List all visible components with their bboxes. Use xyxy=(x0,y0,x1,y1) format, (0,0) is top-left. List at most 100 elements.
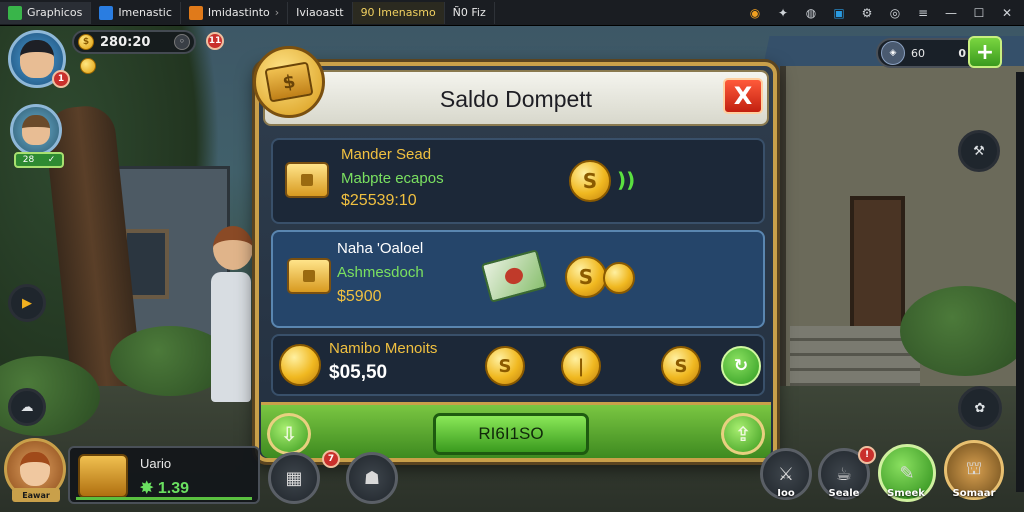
minimize-icon[interactable]: — xyxy=(944,6,958,20)
wallet-dialog: $ Saldo Dompett X Mander Sead Mabpte eca… xyxy=(253,46,777,462)
close-icon[interactable]: ✕ xyxy=(1000,6,1014,20)
avatar-badge: 1 xyxy=(52,70,70,88)
emulator-sidebar xyxy=(1016,72,1024,492)
house-door xyxy=(850,196,905,336)
screen-icon[interactable]: ▣ xyxy=(832,6,846,20)
currency-badge: 11 xyxy=(206,32,224,50)
tab-label: Graphicos xyxy=(27,6,83,19)
sparkle-icon: )) xyxy=(617,168,636,192)
tab-label: Imenastic xyxy=(118,6,172,19)
tab-imenastic[interactable]: Imenastic xyxy=(91,1,181,24)
tab-imidastinto[interactable]: Imidastinto › xyxy=(181,1,289,24)
coin-icon xyxy=(279,344,321,386)
menu-icon[interactable]: ≡ xyxy=(916,6,930,20)
row-title: Mander Sead xyxy=(341,146,432,163)
avatar-face xyxy=(22,115,50,145)
npc-character[interactable] xyxy=(205,226,260,416)
row-subtitle: Mabpte ecapos xyxy=(341,170,444,187)
hero-name-tag: Eawar xyxy=(12,488,60,502)
wallet-row[interactable]: Mander Sead Mabpte ecapos $25539:10 S )) xyxy=(271,138,765,224)
video-button[interactable]: ▶ xyxy=(8,284,46,322)
chest-icon xyxy=(285,162,329,198)
treasure-icon xyxy=(78,454,128,498)
info-icon[interactable]: ◍ xyxy=(804,6,818,20)
cash-icon xyxy=(480,249,548,303)
friend-level: 28 xyxy=(22,155,35,165)
tab-label: Iviaoastt xyxy=(296,6,344,19)
small-coin-icon xyxy=(80,58,96,74)
sword-label: Ioo xyxy=(777,488,795,499)
emote-button[interactable]: ☁ xyxy=(8,388,46,426)
tab-label: Imidastinto xyxy=(207,6,270,19)
tab-label: Ñ0 Fiz xyxy=(452,6,486,19)
avatar-face xyxy=(20,40,54,78)
next-button[interactable]: ⇪ xyxy=(721,413,765,455)
tab-close-icon[interactable]: › xyxy=(275,6,279,19)
gem-icon[interactable]: ◉ xyxy=(748,6,762,20)
npc-head xyxy=(213,226,253,270)
item-value: ✸ 1.39 xyxy=(140,480,189,497)
maximize-icon[interactable]: ☐ xyxy=(972,6,986,20)
crate-badge: 7 xyxy=(322,450,340,468)
coin-icon: | xyxy=(561,346,601,386)
row-title: Namibo Menoits xyxy=(329,340,438,357)
confirm-button[interactable]: RI6I1SO xyxy=(433,413,589,455)
gold-value: 280:20 xyxy=(100,34,151,50)
bag-button[interactable]: ☗ xyxy=(346,452,398,504)
hero-face xyxy=(20,452,50,486)
npc-body xyxy=(211,272,251,402)
row-amount: $05,50 xyxy=(329,362,388,383)
prev-button[interactable]: ⇩ xyxy=(267,413,311,455)
coin-icon: S xyxy=(661,346,701,386)
coin-icon: S xyxy=(565,256,607,298)
friend-level-tag: 28 ✓ xyxy=(14,152,64,168)
row-amount: $25539:10 xyxy=(341,192,417,209)
close-button[interactable]: X xyxy=(723,78,763,114)
app-logo-icon xyxy=(8,5,22,20)
emulator-titlebar: Graphicos Imenastic Imidastinto › Iviaoa… xyxy=(0,0,1024,26)
coin-icon: S xyxy=(569,160,611,202)
coin-icon: ◦ xyxy=(174,34,190,50)
bush xyxy=(900,286,1024,376)
gift-icon[interactable]: ✦ xyxy=(776,6,790,20)
tab-fiz[interactable]: Ñ0 Fiz xyxy=(445,1,495,24)
crate-button[interactable]: ▦ xyxy=(268,452,320,504)
record-icon[interactable]: ◎ xyxy=(888,6,902,20)
window-controls: ◉ ✦ ◍ ▣ ⚙ ◎ ≡ — ☐ ✕ xyxy=(748,6,1024,20)
add-currency-button[interactable]: + xyxy=(968,36,1002,68)
item-progress-bar xyxy=(76,497,252,500)
dialog-footer: ⇩ RI6I1SO ⇪ xyxy=(261,402,771,458)
shop-badge: ! xyxy=(858,446,876,464)
map-button[interactable]: ✿ xyxy=(958,386,1002,430)
dialog-header: $ Saldo Dompett X xyxy=(253,46,769,126)
resource-icon: ◈ xyxy=(881,41,905,65)
friend-avatar[interactable] xyxy=(10,104,62,156)
settings-icon[interactable]: ⚙ xyxy=(860,6,874,20)
row-title: Naha 'Oaloel xyxy=(337,240,424,257)
check-icon: ✓ xyxy=(47,155,56,165)
row-subtitle: Ashmesdoch xyxy=(337,264,424,281)
gold-counter[interactable]: $ 280:20 ◦ xyxy=(72,30,196,54)
resource-badge: 60 xyxy=(911,46,925,60)
tab-label: 90 Imenasmo xyxy=(360,6,436,19)
item-name: Uario xyxy=(140,456,172,471)
item-panel[interactable]: Uario ✸ 1.39 xyxy=(68,446,260,504)
coin-icon: S xyxy=(485,346,525,386)
tab-imenasmo[interactable]: 90 Imenasmo xyxy=(352,1,445,24)
game-icon xyxy=(188,5,203,20)
row-amount: $5900 xyxy=(337,288,382,305)
wallet-row[interactable]: Namibo Menoits $05,50 S | S ↻ xyxy=(271,334,765,396)
wallet-row-selected[interactable]: Naha 'Oaloel Ashmesdoch $5900 S xyxy=(271,230,765,328)
refresh-button[interactable]: ↻ xyxy=(721,346,761,386)
coin-stack-icon xyxy=(603,262,635,294)
resource-value: 0 xyxy=(958,46,966,60)
dialog-title: Saldo Dompett xyxy=(439,86,593,112)
shop-label: Seale xyxy=(828,488,860,499)
tools-button[interactable]: ⚒ xyxy=(958,130,1000,172)
window-icon xyxy=(99,5,114,20)
coin-icon: $ xyxy=(78,34,94,50)
somaar-label: Somaar xyxy=(952,488,996,499)
tab-graphicos[interactable]: Graphicos xyxy=(0,1,92,24)
smeek-label: Smeek xyxy=(887,488,925,499)
tab-iviaoastt[interactable]: Iviaoastt xyxy=(288,1,353,24)
